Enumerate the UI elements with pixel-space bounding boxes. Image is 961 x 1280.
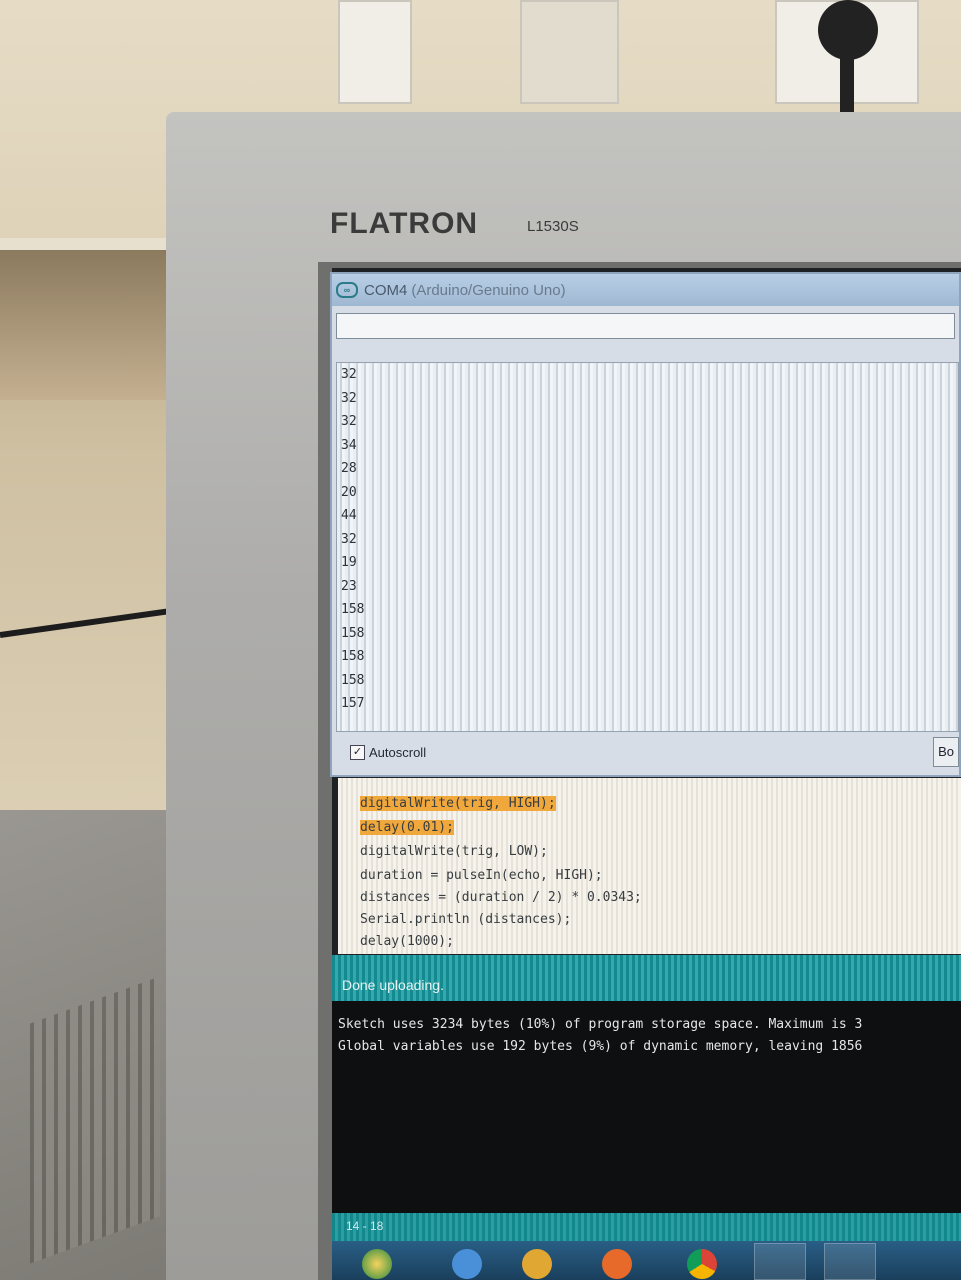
serial-output-line: 158 — [341, 649, 365, 664]
browser-icon[interactable] — [452, 1249, 482, 1279]
arduino-taskbar-button[interactable] — [754, 1243, 806, 1280]
taskbar-button[interactable] — [824, 1243, 876, 1280]
code-line: duration = pulseIn(echo, HIGH); — [360, 868, 603, 883]
monitor-brand: FLATRON — [330, 207, 479, 240]
start-icon[interactable] — [362, 1249, 392, 1279]
console-line: Sketch uses 3234 bytes (10%) of program … — [338, 1017, 863, 1032]
serial-output-line: 32 — [341, 414, 357, 429]
wall-socket — [338, 0, 412, 104]
autoscroll-label: Autoscroll — [369, 744, 427, 760]
status-message: Done uploading. — [342, 977, 444, 993]
serial-output-line: 158 — [341, 672, 365, 688]
code-line: distances = (duration / 2) * 0.0343; — [360, 890, 642, 905]
media-icon[interactable] — [602, 1249, 632, 1279]
window-title: COM4 — [364, 281, 408, 299]
code-line: delay(1000); — [360, 934, 454, 949]
serial-output-area[interactable]: 32 32 32 34 28 20 44 32 19 23 158 158 158 158 157 — [336, 362, 959, 732]
pc-vents — [30, 976, 160, 1264]
arduino-icon: ∞ — [336, 282, 358, 298]
serial-output-line: 23 — [341, 578, 357, 594]
console-line: Global variables use 192 bytes (9%) of d… — [338, 1039, 863, 1054]
windows-taskbar — [332, 1241, 961, 1280]
serial-send-input[interactable] — [336, 313, 955, 339]
line-number-info: 14 - 18 — [346, 1219, 384, 1233]
serial-monitor-window: ∞ COM4 (Arduino/Genuino Uno) 32 32 32 34 28 2… — [330, 272, 961, 777]
serial-output-line: 32 — [341, 390, 357, 406]
code-line: Serial.println (distances); — [360, 912, 572, 927]
serial-output-line: 34 — [341, 437, 357, 453]
serial-output-line: 44 — [341, 508, 357, 523]
folder-icon[interactable] — [522, 1249, 552, 1279]
window-title-board: (Arduino/Genuino Uno) — [411, 281, 566, 299]
serial-output-line: 32 — [341, 367, 357, 382]
serial-monitor-titlebar[interactable]: ∞ COM4 (Arduino/Genuino Uno) — [332, 274, 959, 306]
serial-output-line: 32 — [341, 531, 357, 547]
ide-console[interactable]: Sketch uses 3234 bytes (10%) of program … — [332, 1001, 961, 1213]
autoscroll-control[interactable]: ✓ Autoscroll — [350, 744, 427, 760]
code-line: digitalWrite(trig, HIGH); — [360, 796, 556, 811]
serial-output-line: 19 — [341, 555, 357, 570]
wall-socket — [520, 0, 619, 104]
serial-output-line: 28 — [341, 461, 357, 476]
power-cable — [840, 50, 854, 115]
code-line: delay(0.01); — [360, 820, 454, 835]
baud-rate-select[interactable]: Bo — [933, 737, 959, 767]
serial-bottom-row: ✓ Autoscroll Bo — [336, 734, 959, 770]
ide-status-bar: Done uploading. — [332, 955, 961, 1001]
code-editor[interactable]: digitalWrite(trig, HIGH); delay(0.01); d… — [338, 778, 961, 954]
ide-footer: 14 - 18 — [332, 1213, 961, 1241]
autoscroll-checkbox[interactable]: ✓ — [350, 744, 365, 760]
monitor-model: L1530S — [527, 218, 579, 235]
serial-output-line: 158 — [341, 625, 365, 641]
chrome-icon[interactable] — [687, 1249, 717, 1279]
serial-output-line: 157 — [341, 696, 365, 711]
serial-output-line: 20 — [341, 484, 357, 500]
serial-output-line: 158 — [341, 602, 365, 617]
send-row — [332, 306, 959, 346]
code-line: digitalWrite(trig, LOW); — [360, 844, 548, 859]
shelf — [0, 250, 175, 400]
